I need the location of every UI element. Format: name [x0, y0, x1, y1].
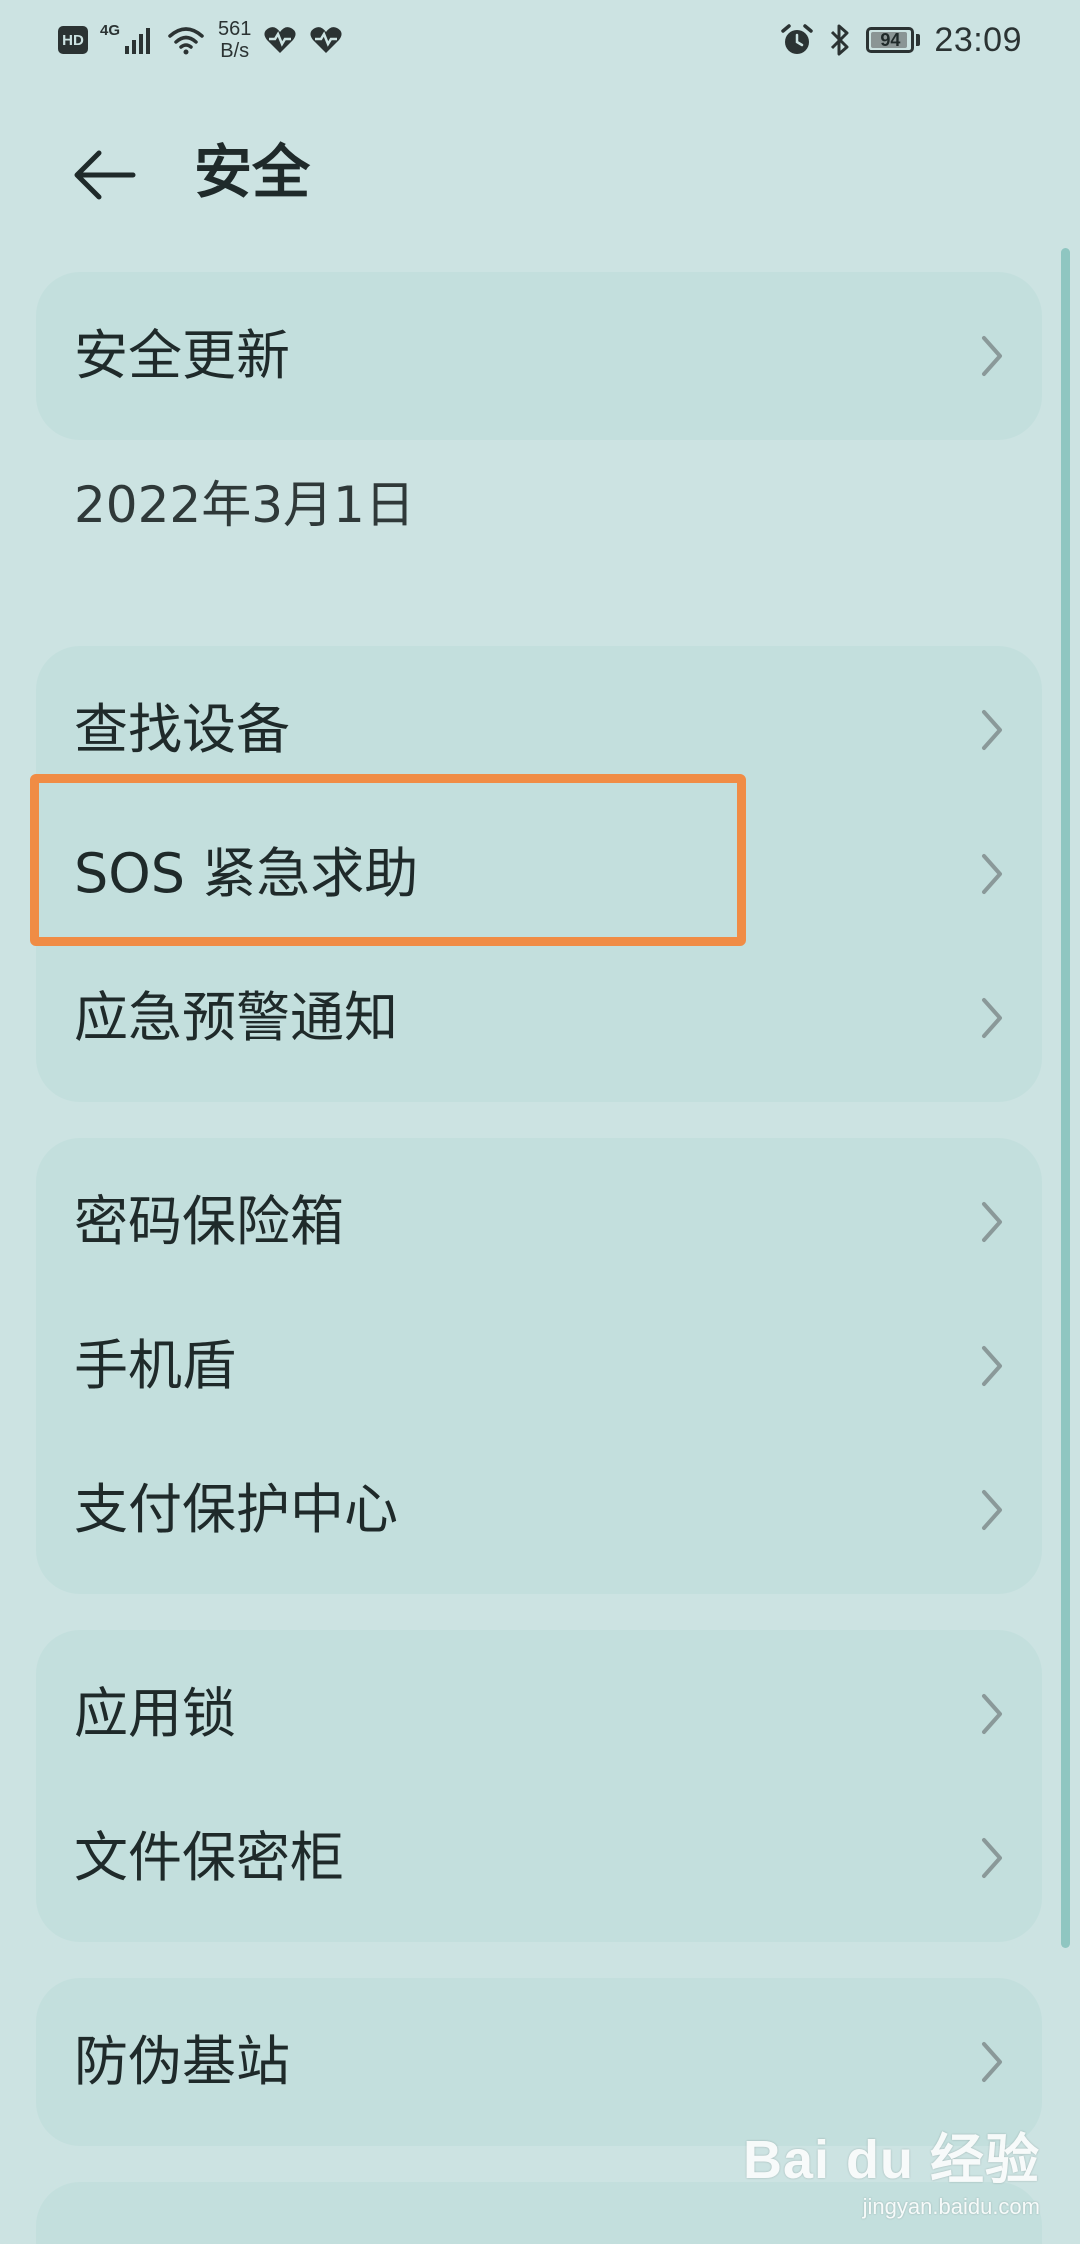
- row-label: 应用锁: [74, 1682, 236, 1745]
- row-label: 支付保护中心: [74, 1478, 398, 1541]
- chevron-right-icon: [982, 1346, 1002, 1386]
- battery-level: 94: [880, 29, 901, 50]
- row-label: 安全更新: [74, 324, 290, 387]
- card-security-update: 安全更新: [36, 272, 1042, 440]
- row-label: SOS 紧急求助: [74, 842, 419, 905]
- row-file-safe[interactable]: 文件保密柜: [36, 1788, 1042, 1928]
- card-group-protection: 密码保险箱 手机盾 支付保护中心: [36, 1138, 1042, 1594]
- chevron-right-icon: [982, 1694, 1002, 1734]
- chevron-right-icon: [982, 998, 1002, 1038]
- chevron-right-icon: [982, 1838, 1002, 1878]
- battery-icon: 94: [866, 27, 915, 53]
- chevron-right-icon: [982, 854, 1002, 894]
- back-arrow-icon: [74, 150, 136, 200]
- row-label: 应急预警通知: [74, 986, 398, 1049]
- row-label: 密码保险箱: [74, 1190, 344, 1253]
- header: 安全: [0, 110, 1080, 230]
- row-label: 防伪基站: [74, 2030, 290, 2093]
- bluetooth-icon: [831, 24, 849, 56]
- network-speed: 561 B/s: [218, 18, 251, 62]
- signal-icon: [125, 28, 151, 54]
- watermark-main: Bai du 经验: [742, 2130, 1040, 2190]
- alarm-icon: [781, 24, 814, 54]
- card-group-lock: 应用锁 文件保密柜: [36, 1630, 1042, 1942]
- network-type: 4G: [100, 21, 121, 39]
- health-heart-icon: [264, 27, 296, 53]
- health-heart-icon: [310, 27, 342, 53]
- row-phone-shield[interactable]: 手机盾: [36, 1296, 1042, 1436]
- chevron-right-icon: [982, 2042, 1002, 2082]
- baidu-watermark: Bai du 经验 jingyan.baidu.com: [743, 2115, 1040, 2220]
- chevron-right-icon: [982, 1490, 1002, 1530]
- status-left: HD 4G 561 B/s: [58, 14, 343, 66]
- speed-unit: B/s: [220, 40, 250, 62]
- row-password-vault[interactable]: 密码保险箱: [36, 1152, 1042, 1292]
- scrollbar[interactable]: [1061, 248, 1070, 1948]
- page-title: 安全: [194, 138, 311, 206]
- row-payment-protection[interactable]: 支付保护中心: [36, 1440, 1042, 1580]
- row-find-device[interactable]: 查找设备: [36, 660, 1042, 800]
- row-anti-fake-base-station[interactable]: 防伪基站: [36, 1992, 1042, 2132]
- chevron-right-icon: [982, 336, 1002, 376]
- clock: 23:09: [934, 20, 1022, 59]
- row-label: 手机盾: [74, 1334, 236, 1397]
- row-label: 查找设备: [74, 698, 290, 761]
- row-app-lock[interactable]: 应用锁: [36, 1644, 1042, 1784]
- chevron-right-icon: [982, 1202, 1002, 1242]
- status-bar: HD 4G 561 B/s 94 23:09: [0, 0, 1080, 80]
- back-button[interactable]: [60, 130, 150, 220]
- row-emergency-alert[interactable]: 应急预警通知: [36, 948, 1042, 1088]
- card-group-device: 查找设备 SOS 紧急求助 应急预警通知: [36, 646, 1042, 1102]
- row-sos-emergency[interactable]: SOS 紧急求助: [36, 804, 1042, 944]
- battery-tip: [916, 34, 921, 46]
- watermark-sub: jingyan.baidu.com: [862, 2194, 1040, 2219]
- speed-value: 561: [218, 18, 252, 40]
- status-right: 94 23:09: [780, 14, 1022, 66]
- chevron-right-icon: [982, 710, 1002, 750]
- hd-badge: HD: [58, 26, 88, 54]
- row-label: 文件保密柜: [74, 1826, 344, 1889]
- row-security-update[interactable]: 安全更新: [36, 286, 1042, 426]
- wifi-icon: [168, 27, 204, 55]
- security-update-date: 2022年3月1日: [74, 476, 415, 534]
